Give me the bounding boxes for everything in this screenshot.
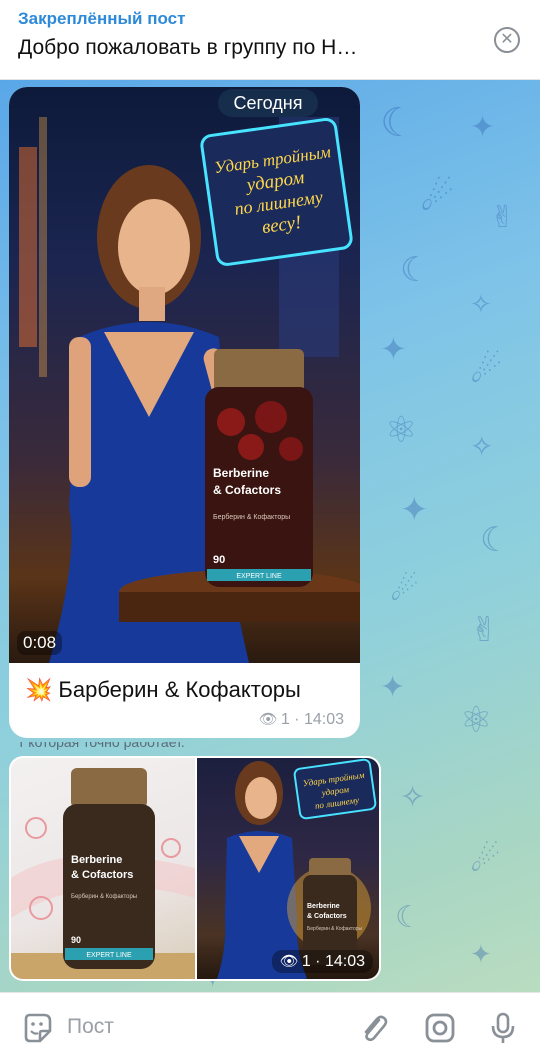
video-thumbnail[interactable]: Ударь тройным ударом по лишнему весу! Be… [9,87,360,663]
message-time: 14:03 [303,711,344,728]
collision-emoji-icon: 💥 [25,678,53,703]
svg-text:EXPERT LINE: EXPERT LINE [236,573,282,580]
svg-text:& Cofactors: & Cofactors [71,869,133,881]
svg-text:Berberine: Berberine [213,466,269,480]
camera-icon[interactable] [423,1011,457,1045]
caption-text: Барберин & Кофакторы [58,677,301,702]
album-photo-2[interactable]: Ударь тройным ударом по лишнему Berberin… [197,758,379,979]
svg-text:& Cofactors: & Cofactors [307,913,347,920]
sticker-icon[interactable] [20,1011,54,1045]
message-meta: 👁 1 · 14:03 [258,710,344,728]
svg-text:90: 90 [71,935,81,945]
album-meta: 👁 1 · 14:03 [271,950,373,973]
date-pill: Сегодня [218,89,318,117]
album-message[interactable]: Berberine & Cofactors Берберин & Кофакто… [9,756,381,981]
attach-icon[interactable] [357,1011,391,1045]
close-icon[interactable]: ✕ [494,27,520,53]
pinned-post-bar[interactable]: Закреплённый пост Добро пожаловать в гру… [0,0,540,80]
svg-text:Берберин & Кофакторы: Берберин & Кофакторы [307,926,363,932]
views-icon: 👁 [279,952,299,970]
message-caption: 💥 Барберин & Кофакторы [25,677,301,703]
svg-text:Berberine: Berberine [71,854,122,866]
views-icon: 👁 [258,710,278,728]
pinned-post-title: Закреплённый пост [18,9,186,28]
view-count: 1 [280,711,290,728]
post-input[interactable]: Пост [67,1015,114,1039]
microphone-icon[interactable] [486,1011,520,1045]
album-view-count: 1 [301,953,311,970]
svg-text:EXPERT LINE: EXPERT LINE [86,952,132,959]
album-time: 14:03 [324,953,365,970]
svg-text:Берберин & Кофакторы: Берберин & Кофакторы [71,894,137,900]
album-photo-1[interactable]: Berberine & Cofactors Берберин & Кофакто… [11,758,195,979]
svg-text:Берберин & Кофакторы: Берберин & Кофакторы [213,513,290,521]
svg-text:90: 90 [213,554,225,566]
truncated-text: т которая точно работает. [18,742,185,750]
message-input-bar: Пост [0,992,540,1062]
pinned-post-text: Добро пожаловать в группу по Н… [18,36,358,59]
svg-text:& Cofactors: & Cofactors [213,483,281,497]
video-message[interactable]: Ударь тройным ударом по лишнему весу! Be… [9,87,360,738]
svg-text:Berberine: Berberine [307,903,340,910]
video-duration: 0:08 [17,631,63,655]
